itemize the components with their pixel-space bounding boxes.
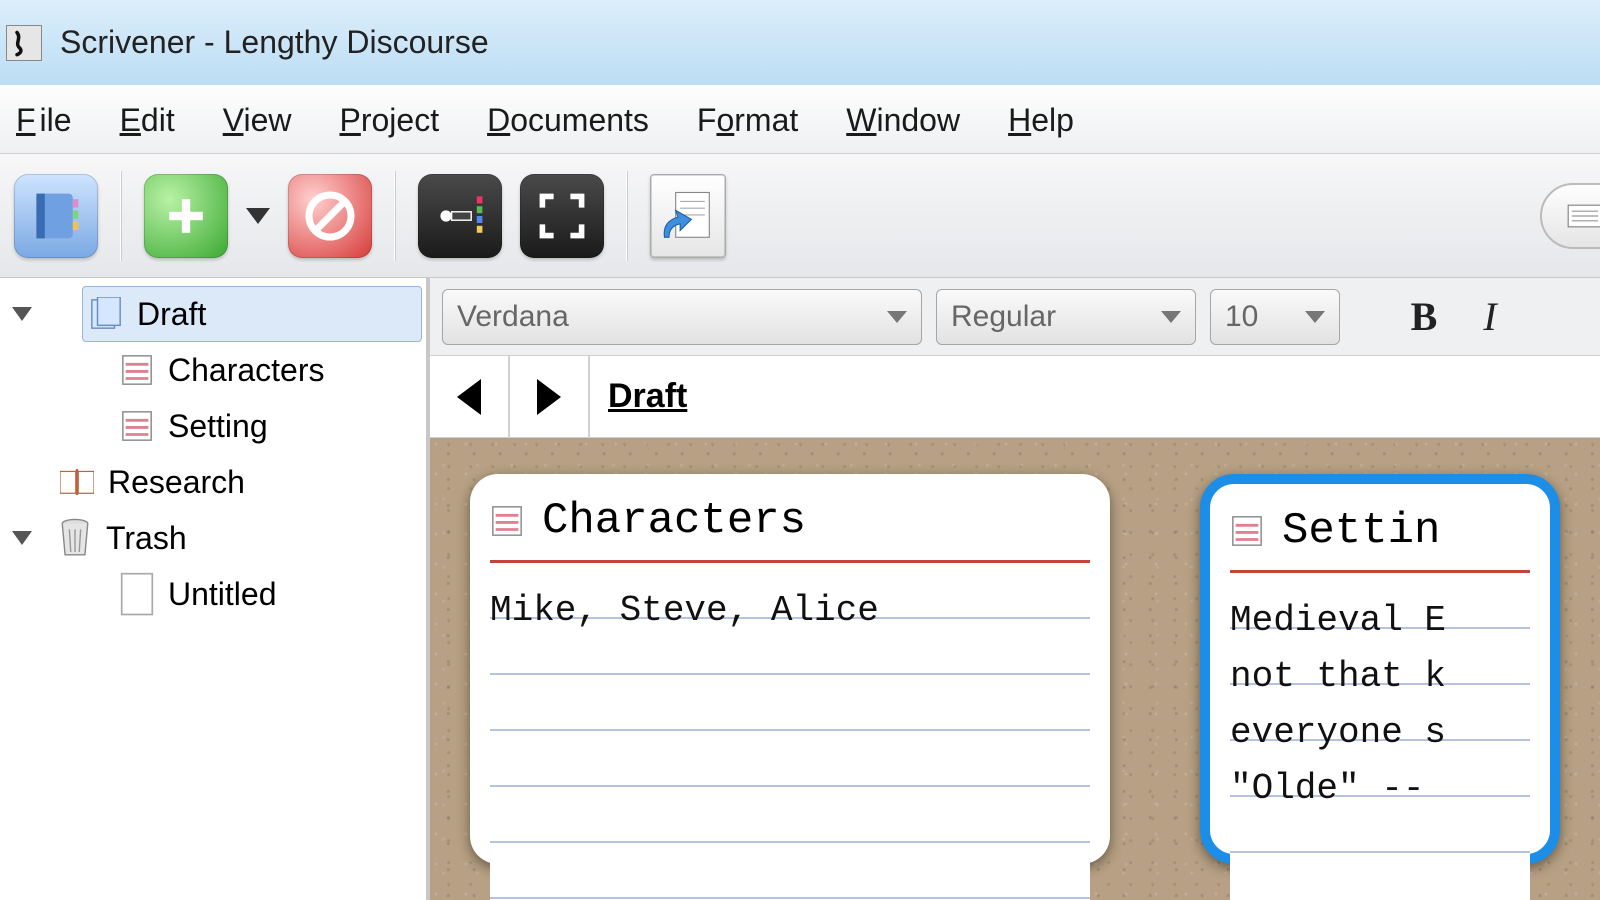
menu-format[interactable]: Format (695, 98, 800, 143)
compile-button[interactable] (650, 174, 726, 258)
menu-edit[interactable]: Edit (118, 98, 177, 143)
italic-button[interactable]: I (1464, 293, 1516, 340)
format-bar: Verdana Regular 10 B I (430, 278, 1600, 356)
menu-view[interactable]: View (221, 98, 294, 143)
menu-project[interactable]: Project (337, 98, 441, 143)
binder-sidebar: Draft Characters Setting Research (0, 278, 430, 900)
delete-button[interactable] (288, 174, 372, 258)
binder-item-trash[interactable]: Trash (34, 510, 195, 566)
chevron-down-icon (1161, 311, 1181, 323)
font-family-combo[interactable]: Verdana (442, 289, 922, 345)
editor-nav-bar: Draft (430, 356, 1600, 438)
document-icon (490, 504, 524, 538)
title-bar: Scrivener - Lengthy Discourse (0, 0, 1600, 86)
font-style-combo[interactable]: Regular (936, 289, 1196, 345)
trash-icon (58, 521, 92, 555)
toolbar-divider (120, 171, 122, 261)
menu-window[interactable]: Window (844, 98, 962, 143)
binder-label: Untitled (168, 576, 277, 613)
font-family-value: Verdana (457, 300, 569, 334)
index-card-characters[interactable]: Characters Mike, Steve, Alice (470, 474, 1110, 864)
menu-bar: File Edit View Project Documents Format … (0, 86, 1600, 154)
binder-item-untitled[interactable]: Untitled (0, 566, 426, 622)
binder-item-research[interactable]: Research (0, 454, 426, 510)
card-title[interactable]: Settin (1282, 506, 1440, 556)
font-size-combo[interactable]: 10 (1210, 289, 1340, 345)
toolbar (0, 154, 1600, 278)
binder-item-draft[interactable]: Draft (82, 286, 422, 342)
app-icon (6, 25, 42, 61)
view-mode-button[interactable] (1540, 183, 1600, 249)
disclosure-triangle[interactable] (10, 531, 34, 545)
toolbar-divider (626, 171, 628, 261)
document-icon (120, 353, 154, 387)
card-synopsis[interactable]: Mike, Steve, Alice (490, 563, 1090, 900)
binder-label: Setting (168, 408, 268, 445)
editor-main: Verdana Regular 10 B I Draft (430, 278, 1600, 900)
binder-label: Research (108, 464, 245, 501)
corkboard[interactable]: Characters Mike, Steve, Alice Settin Med… (430, 438, 1600, 900)
disclosure-triangle[interactable] (10, 307, 34, 321)
binder-label: Characters (168, 352, 325, 389)
binder-label: Draft (137, 296, 206, 333)
index-card-setting[interactable]: Settin Medieval E not that k everyone s … (1200, 474, 1560, 864)
card-title[interactable]: Characters (542, 496, 806, 546)
research-folder-icon (60, 465, 94, 499)
fullscreen-button[interactable] (520, 174, 604, 258)
draft-folder-icon (89, 297, 123, 331)
add-button[interactable] (144, 174, 228, 258)
chevron-down-icon (1305, 311, 1325, 323)
bold-button[interactable]: B (1398, 293, 1450, 340)
menu-documents[interactable]: Documents (485, 98, 651, 143)
binder-item-setting[interactable]: Setting (0, 398, 426, 454)
chevron-down-icon (887, 311, 907, 323)
binder-item-characters[interactable]: Characters (0, 342, 426, 398)
nav-back-button[interactable] (430, 356, 510, 438)
blank-document-icon (120, 577, 154, 611)
menu-help[interactable]: Help (1006, 98, 1076, 143)
menu-file[interactable]: File (14, 98, 74, 143)
document-icon (120, 409, 154, 443)
font-size-value: 10 (1225, 300, 1258, 334)
window-title: Scrivener - Lengthy Discourse (60, 24, 489, 61)
nav-forward-button[interactable] (510, 356, 590, 438)
editor-location-title[interactable]: Draft (590, 377, 687, 416)
toolbar-divider (394, 171, 396, 261)
binder-label: Trash (106, 520, 187, 557)
keywords-button[interactable] (418, 174, 502, 258)
card-synopsis[interactable]: Medieval E not that k everyone s "Olde" … (1230, 573, 1530, 900)
document-icon (1230, 514, 1264, 548)
binder-button[interactable] (14, 174, 98, 258)
add-dropdown-caret[interactable] (246, 208, 270, 224)
font-style-value: Regular (951, 300, 1056, 334)
